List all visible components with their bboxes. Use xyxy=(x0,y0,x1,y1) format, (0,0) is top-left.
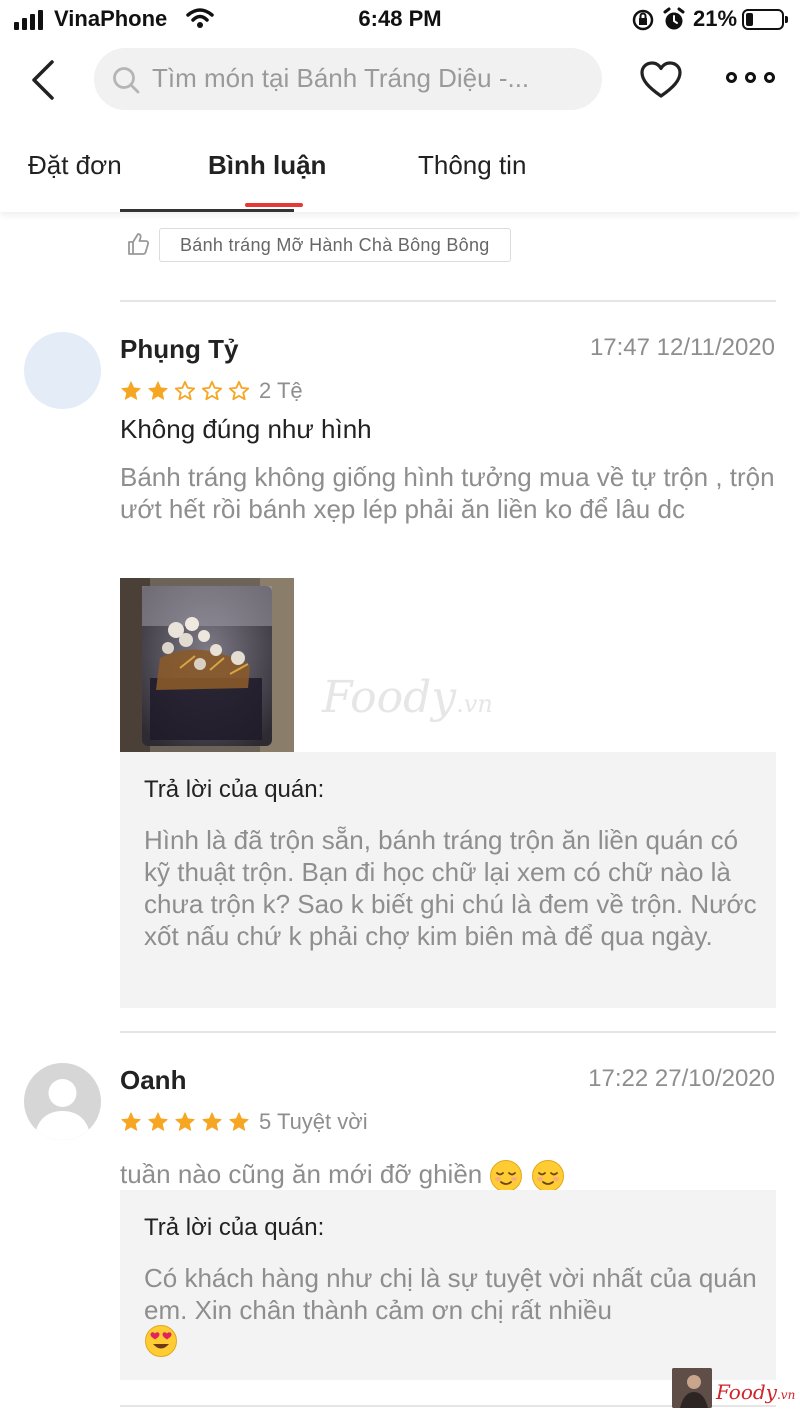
battery-percent: 21% xyxy=(693,6,738,31)
star-icon xyxy=(121,1112,141,1131)
review-title: Không đúng như hình xyxy=(120,414,372,444)
more-options-icon[interactable] xyxy=(726,72,775,83)
star-icon xyxy=(201,380,223,401)
orientation-lock-icon xyxy=(632,9,654,31)
star-icon xyxy=(174,380,196,401)
tab-info[interactable]: Thông tin xyxy=(418,150,526,181)
heart-icon[interactable] xyxy=(638,60,684,100)
avatar[interactable] xyxy=(24,332,101,409)
star-rating: 5 Tuyệt vời xyxy=(120,1109,368,1135)
previous-review-edge xyxy=(120,209,294,212)
active-tab-indicator xyxy=(245,203,303,207)
star-icon xyxy=(121,381,141,400)
reply-title: Trả lời của quán: xyxy=(144,1214,325,1241)
reply-title: Trả lời của quán: xyxy=(144,776,325,803)
battery-icon xyxy=(742,9,788,30)
review-photo[interactable] xyxy=(120,578,294,752)
review-body-line: tuần nào cũng ăn mới đỡ ghiền xyxy=(120,1158,776,1193)
star-icon xyxy=(228,380,250,401)
review-body: Bánh tráng không giống hình tưởng mua về… xyxy=(120,462,775,524)
restaurant-reply: Trả lời của quán: Hình là đã trộn sẵn, b… xyxy=(120,752,776,1008)
rating-label: 5 Tuyệt vời xyxy=(259,1109,368,1134)
star-icon xyxy=(229,1112,249,1131)
search-bar[interactable]: Tìm món tại Bánh Tráng Diệu -... xyxy=(94,48,602,110)
relieved-face-emoji-icon xyxy=(490,1160,523,1193)
avatar[interactable] xyxy=(24,1063,101,1140)
reviewer-name[interactable]: Oanh xyxy=(120,1065,186,1096)
reply-body: Hình là đã trộn sẵn, bánh tráng trộn ăn … xyxy=(144,825,757,951)
thumbs-up-icon[interactable] xyxy=(127,232,149,256)
review-date: 17:22 27/10/2020 xyxy=(588,1065,775,1092)
search-icon xyxy=(113,67,140,94)
default-avatar-icon xyxy=(34,1079,91,1140)
back-arrow-icon[interactable] xyxy=(26,58,66,102)
dish-tag[interactable]: Bánh tráng Mỡ Hành Chà Bông Bông xyxy=(159,228,511,262)
star-rating: 2 Tệ xyxy=(120,378,303,404)
foody-watermark: Foody.vn xyxy=(322,672,493,723)
review-date: 17:47 12/11/2020 xyxy=(589,334,775,361)
search-input[interactable]: Tìm món tại Bánh Tráng Diệu -... xyxy=(152,63,592,94)
tab-reviews[interactable]: Bình luận xyxy=(208,150,326,181)
star-icon xyxy=(148,381,168,400)
reply-body: Có khách hàng như chị là sự tuyệt vời nh… xyxy=(144,1263,757,1325)
profile-thumbnail xyxy=(672,1368,712,1408)
review-divider xyxy=(120,300,776,302)
header: Tìm món tại Bánh Tráng Diệu -... xyxy=(0,44,800,116)
foody-corner-logo: Foody.vn xyxy=(672,1366,795,1412)
review-body: tuần nào cũng ăn mới đỡ ghiền xyxy=(120,1159,483,1189)
star-icon xyxy=(202,1112,222,1131)
restaurant-reply: Trả lời của quán: Có khách hàng như chị … xyxy=(120,1190,776,1380)
heart-eyes-emoji-icon xyxy=(145,1325,177,1357)
star-icon xyxy=(175,1112,195,1131)
review-divider xyxy=(120,1031,776,1033)
star-icon xyxy=(148,1112,168,1131)
battery-level-fill xyxy=(746,13,754,26)
status-bar: VinaPhone 6:48 PM 21% xyxy=(0,0,800,40)
rating-label: 2 Tệ xyxy=(259,378,303,403)
reviewer-name[interactable]: Phụng Tỷ xyxy=(120,334,238,365)
alarm-icon xyxy=(663,7,685,30)
foody-logo-text: Foody.vn xyxy=(716,1380,796,1404)
tab-order[interactable]: Đặt đơn xyxy=(28,150,122,181)
relieved-face-emoji-icon xyxy=(531,1160,564,1193)
tab-bar: Đặt đơn Bình luận Thông tin xyxy=(0,136,800,212)
